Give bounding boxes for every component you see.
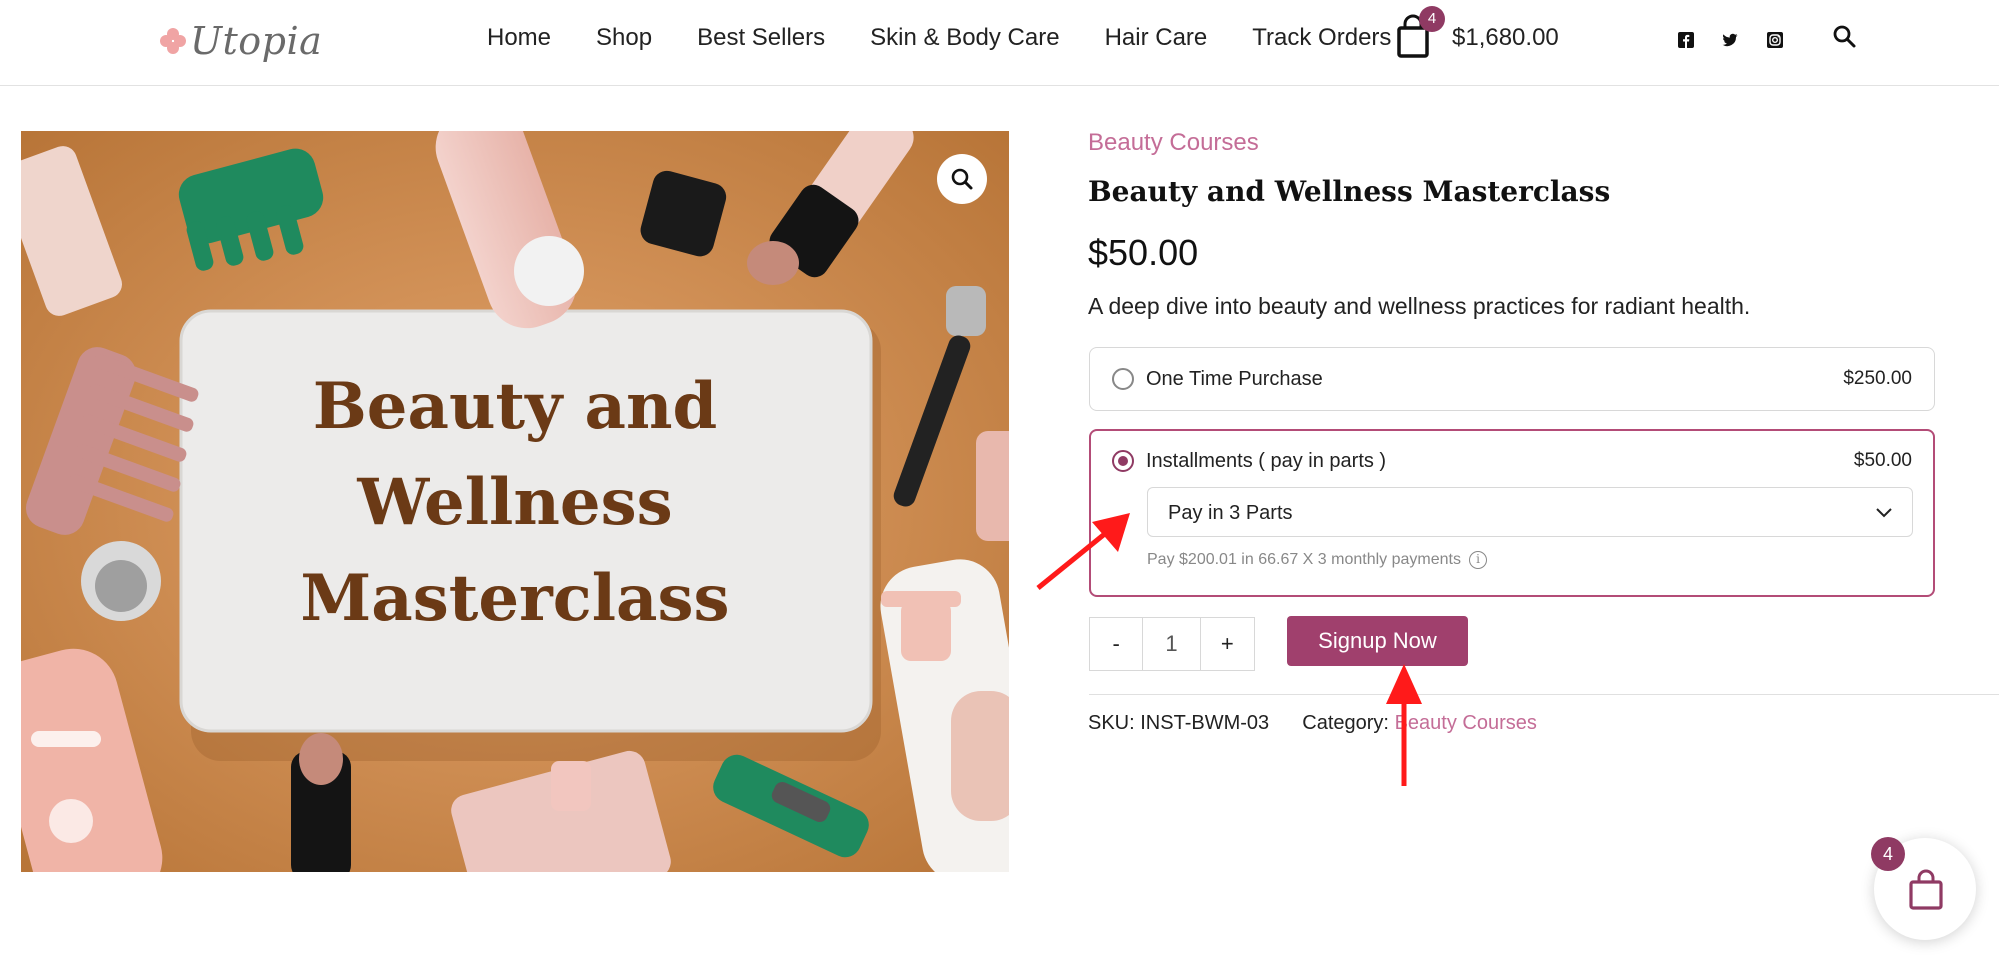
quantity-input[interactable]: 1 bbox=[1143, 618, 1201, 670]
nav-shop[interactable]: Shop bbox=[596, 18, 652, 58]
one-time-price: $250.00 bbox=[1843, 368, 1912, 389]
cart-total[interactable]: $1,680.00 bbox=[1452, 18, 1559, 58]
installments-label: Installments ( pay in parts ) bbox=[1146, 450, 1387, 472]
quantity-decrease-button[interactable]: - bbox=[1090, 618, 1144, 670]
site-header: Utopia Home Shop Best Sellers Skin & Bod… bbox=[0, 0, 1999, 86]
flower-icon bbox=[160, 28, 186, 54]
option-installments[interactable]: Installments ( pay in parts ) $50.00 Pay… bbox=[1089, 429, 1935, 597]
one-time-label: One Time Purchase bbox=[1146, 368, 1323, 390]
main-nav: Home Shop Best Sellers Skin & Body Care … bbox=[487, 18, 1436, 58]
installment-note: Pay $200.01 in 66.67 X 3 monthly payment… bbox=[1147, 548, 1487, 572]
installment-parts-value: Pay in 3 Parts bbox=[1168, 502, 1293, 524]
info-icon[interactable]: i bbox=[1468, 551, 1487, 569]
annotation-arrow-signup bbox=[1386, 664, 1422, 786]
instagram-icon[interactable] bbox=[1767, 32, 1783, 48]
logo-text: Utopia bbox=[190, 19, 323, 63]
image-text-line-3: Masterclass bbox=[300, 561, 729, 636]
installments-price: $50.00 bbox=[1853, 450, 1912, 471]
sku-value: INST-BWM-03 bbox=[1140, 712, 1270, 734]
zoom-icon[interactable] bbox=[937, 154, 987, 204]
product-category-link[interactable]: Beauty Courses bbox=[1088, 126, 1259, 160]
product-description: A deep dive into beauty and wellness pra… bbox=[1088, 293, 1751, 319]
site-logo[interactable]: Utopia bbox=[160, 16, 322, 66]
twitter-icon[interactable] bbox=[1722, 32, 1738, 48]
annotation-arrow-select bbox=[1036, 513, 1130, 590]
option-one-time-purchase[interactable]: One Time Purchase $250.00 bbox=[1089, 347, 1935, 411]
category-label: Category: bbox=[1302, 712, 1389, 734]
nav-best-sellers[interactable]: Best Sellers bbox=[697, 18, 825, 58]
chevron-down-icon bbox=[1876, 508, 1892, 518]
installments-radio[interactable] bbox=[1112, 450, 1134, 472]
installment-note-text: Pay $200.01 in 66.67 X 3 monthly payment… bbox=[1147, 551, 1461, 568]
product-image[interactable]: Beauty and Wellness Masterclass bbox=[21, 131, 1009, 872]
nav-home[interactable]: Home bbox=[487, 18, 551, 58]
image-text-line-1: Beauty and bbox=[313, 369, 718, 444]
nav-skin-body-care[interactable]: Skin & Body Care bbox=[870, 18, 1059, 58]
sku-label: SKU: bbox=[1088, 712, 1135, 734]
search-icon[interactable] bbox=[1830, 22, 1860, 52]
one-time-radio[interactable] bbox=[1112, 368, 1134, 390]
quantity-increase-button[interactable]: + bbox=[1201, 618, 1254, 670]
quantity-stepper: - 1 + bbox=[1089, 617, 1255, 671]
product-meta: SKU: INST-BWM-03 Category: Beauty Course… bbox=[1088, 707, 1537, 739]
product-title: Beauty and Wellness Masterclass bbox=[1088, 175, 1611, 208]
product-price: $50.00 bbox=[1088, 232, 1199, 273]
facebook-icon[interactable] bbox=[1678, 32, 1694, 48]
image-text-line-2: Wellness bbox=[356, 465, 672, 540]
nav-track-orders[interactable]: Track Orders bbox=[1252, 18, 1391, 58]
floating-cart-count-badge: 4 bbox=[1871, 837, 1905, 871]
shopping-bag-icon bbox=[1909, 869, 1943, 910]
nav-hair-care[interactable]: Hair Care bbox=[1105, 18, 1208, 58]
divider bbox=[1089, 694, 1999, 695]
cart-count-badge: 4 bbox=[1419, 6, 1445, 32]
signup-now-button[interactable]: Signup Now bbox=[1287, 616, 1468, 666]
installment-parts-select[interactable]: Pay in 3 Parts bbox=[1147, 487, 1913, 537]
